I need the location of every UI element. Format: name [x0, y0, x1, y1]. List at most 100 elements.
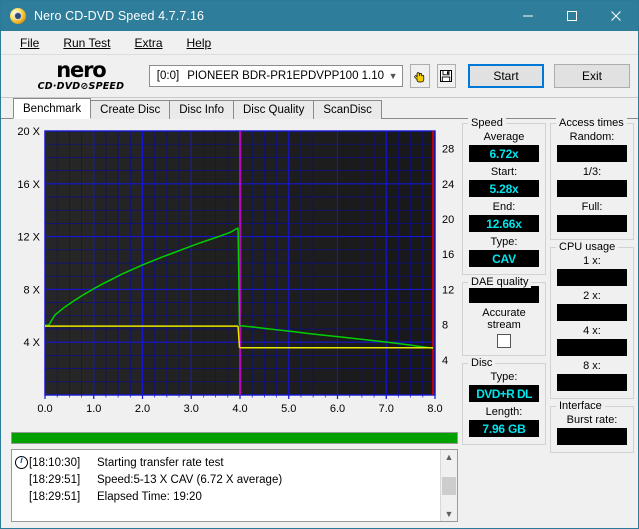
cpu-usage-group: CPU usage 1 x: 2 x: 4 x: 8 x:: [550, 241, 634, 399]
x-axis-tick: 4.0: [232, 403, 247, 415]
x-axis-tick: 7.0: [379, 403, 394, 415]
menu-run-test[interactable]: Run Test: [52, 34, 121, 52]
access-random-value: [557, 145, 627, 162]
chevron-down-icon[interactable]: ▼: [384, 71, 402, 81]
y-axis-left-tick: 4 X: [23, 337, 40, 349]
tab-scandisc[interactable]: ScanDisc: [313, 100, 382, 119]
tab-benchmark-label: Benchmark: [23, 102, 82, 115]
menu-extra-label: Extra: [134, 35, 163, 50]
tab-bar: Benchmark Create Disc Disc Info Disc Qua…: [1, 98, 638, 119]
disc-group: Disc Type: DVD+R DL Length: 7.96 GB: [462, 357, 546, 445]
drive-name: PIONEER BDR-PR1EPDVPP100 1.10: [187, 70, 385, 82]
menu-help-label: Help: [186, 35, 212, 50]
speed-end-value: 12.66x: [469, 215, 539, 232]
speed-average-value: 6.72x: [469, 145, 539, 162]
speed-start-label: Start:: [490, 166, 518, 178]
nero-disc-icon: [10, 8, 26, 24]
access-third-value: [557, 180, 627, 197]
access-full-label: Full:: [581, 201, 603, 213]
access-times-group-title: Access times: [556, 117, 627, 129]
speed-end-label: End:: [492, 201, 516, 213]
access-random-label: Random:: [569, 131, 615, 143]
stats-column-left: Speed Average 6.72x Start: 5.28x End: 12…: [462, 117, 546, 528]
cpu-4x-label: 4 x:: [583, 325, 601, 337]
cpu-8x-value: [557, 374, 627, 391]
speed-group: Speed Average 6.72x Start: 5.28x End: 12…: [462, 117, 546, 275]
log-entry-time: [18:29:51]: [29, 473, 81, 486]
disc-length-value: 7.96 GB: [469, 420, 539, 437]
interface-group: Interface Burst rate:: [550, 400, 634, 453]
x-axis-tick: 2.0: [135, 403, 150, 415]
chevron-down-icon[interactable]: ▼: [445, 507, 454, 521]
hand-pointer-icon-button[interactable]: [410, 64, 430, 88]
disc-length-label: Length:: [485, 406, 523, 418]
drive-select[interactable]: [0:0] PIONEER BDR-PR1EPDVPP100 1.10 ▼: [148, 65, 404, 87]
exit-button[interactable]: Exit: [554, 64, 631, 88]
access-third-label: 1/3:: [582, 166, 602, 178]
log-scrollbar[interactable]: ▲ ▼: [440, 450, 457, 521]
log-entry: [18:29:51] Speed:5-13 X CAV (6.72 X aver…: [15, 471, 440, 488]
x-axis-tick: 8.0: [427, 403, 442, 415]
cpu-1x-value: [557, 269, 627, 286]
benchmark-panel: 20 X 16 X 12 X 8 X 4 X 28 24 20 16 12 8 4 0.0 1.0 2.0 3…: [1, 117, 638, 528]
log-entry-time: [18:10:30]: [29, 456, 81, 469]
y-axis-left-tick: 12 X: [17, 232, 40, 244]
burst-rate-label: Burst rate:: [566, 414, 618, 426]
toolbar: nero CD·DVD⊘SPEED [0:0] PIONEER BDR-PR1E…: [1, 55, 638, 98]
info-icon: [15, 455, 28, 469]
cpu-2x-label: 2 x:: [583, 290, 601, 302]
dae-quality-group-title: DAE quality: [468, 276, 532, 288]
interface-group-title: Interface: [556, 400, 605, 412]
tab-disc-quality[interactable]: Disc Quality: [233, 100, 315, 119]
tab-disc-quality-label: Disc Quality: [243, 104, 305, 116]
scrollbar-thumb[interactable]: [442, 476, 456, 495]
window-controls: [506, 1, 638, 31]
menu-extra[interactable]: Extra: [123, 34, 173, 52]
y-axis-right-tick: 24: [442, 179, 454, 191]
tab-disc-info[interactable]: Disc Info: [169, 100, 234, 119]
y-axis-right-tick: 20: [442, 214, 454, 226]
accurate-stream-label: Accurate stream: [482, 307, 526, 331]
y-axis-right-tick: 4: [442, 355, 448, 367]
progress-bar-fill: [12, 433, 457, 443]
benchmark-chart-svg: 20 X 16 X 12 X 8 X 4 X 28 24 20 16 12 8 4 0.0 1.0 2.0 3…: [17, 126, 454, 415]
logo-wordmark: nero: [56, 58, 106, 83]
menu-run-test-label: Run Test: [63, 35, 111, 50]
burst-rate-value: [557, 428, 627, 445]
minimize-icon[interactable]: [506, 1, 550, 31]
nero-logo: nero CD·DVD⊘SPEED: [27, 60, 135, 92]
tab-create-disc[interactable]: Create Disc: [90, 100, 171, 119]
tab-create-disc-label: Create Disc: [100, 104, 161, 116]
stats-column-right: Access times Random: 1/3: Full: CPU usag…: [550, 117, 634, 528]
cpu-4x-value: [557, 339, 627, 356]
log-entry: [18:29:51] Elapsed Time: 19:20: [15, 488, 440, 505]
nero-cd-dvd-speed-window: Nero CD-DVD Speed 4.7.7.16 File Run Test…: [0, 0, 639, 529]
y-axis-right-tick: 12: [442, 284, 454, 296]
y-axis-right-tick: 8: [442, 320, 448, 332]
accurate-stream-checkbox[interactable]: [497, 334, 511, 348]
speed-type-value: CAV: [469, 250, 539, 267]
chevron-up-icon[interactable]: ▲: [445, 450, 454, 464]
cpu-usage-group-title: CPU usage: [556, 241, 619, 253]
access-times-group: Access times Random: 1/3: Full:: [550, 117, 634, 240]
benchmark-chart: 20 X 16 X 12 X 8 X 4 X 28 24 20 16 12 8 4 0.0 1.0 2.0 3…: [5, 123, 460, 428]
log-entry-message: Elapsed Time: 19:20: [97, 490, 202, 503]
menu-file[interactable]: File: [9, 34, 50, 52]
tab-benchmark[interactable]: Benchmark: [13, 98, 92, 119]
spacer-icon: [15, 473, 28, 486]
menu-file-label: File: [20, 35, 40, 50]
menu-help[interactable]: Help: [176, 34, 223, 52]
speed-start-value: 5.28x: [469, 180, 539, 197]
start-button[interactable]: Start: [468, 64, 545, 88]
access-full-value: [557, 215, 627, 232]
dae-quality-value: [469, 286, 539, 303]
close-icon[interactable]: [594, 1, 638, 31]
maximize-icon[interactable]: [550, 1, 594, 31]
title-bar: Nero CD-DVD Speed 4.7.7.16: [1, 1, 638, 31]
floppy-save-icon-button[interactable]: [436, 64, 457, 88]
speed-type-label: Type:: [490, 236, 518, 248]
log-entry-message: Speed:5-13 X CAV (6.72 X average): [97, 473, 283, 486]
disc-group-title: Disc: [468, 357, 496, 369]
y-axis-left-tick: 20 X: [17, 126, 40, 138]
log-entry-message: Starting transfer rate test: [97, 456, 224, 469]
